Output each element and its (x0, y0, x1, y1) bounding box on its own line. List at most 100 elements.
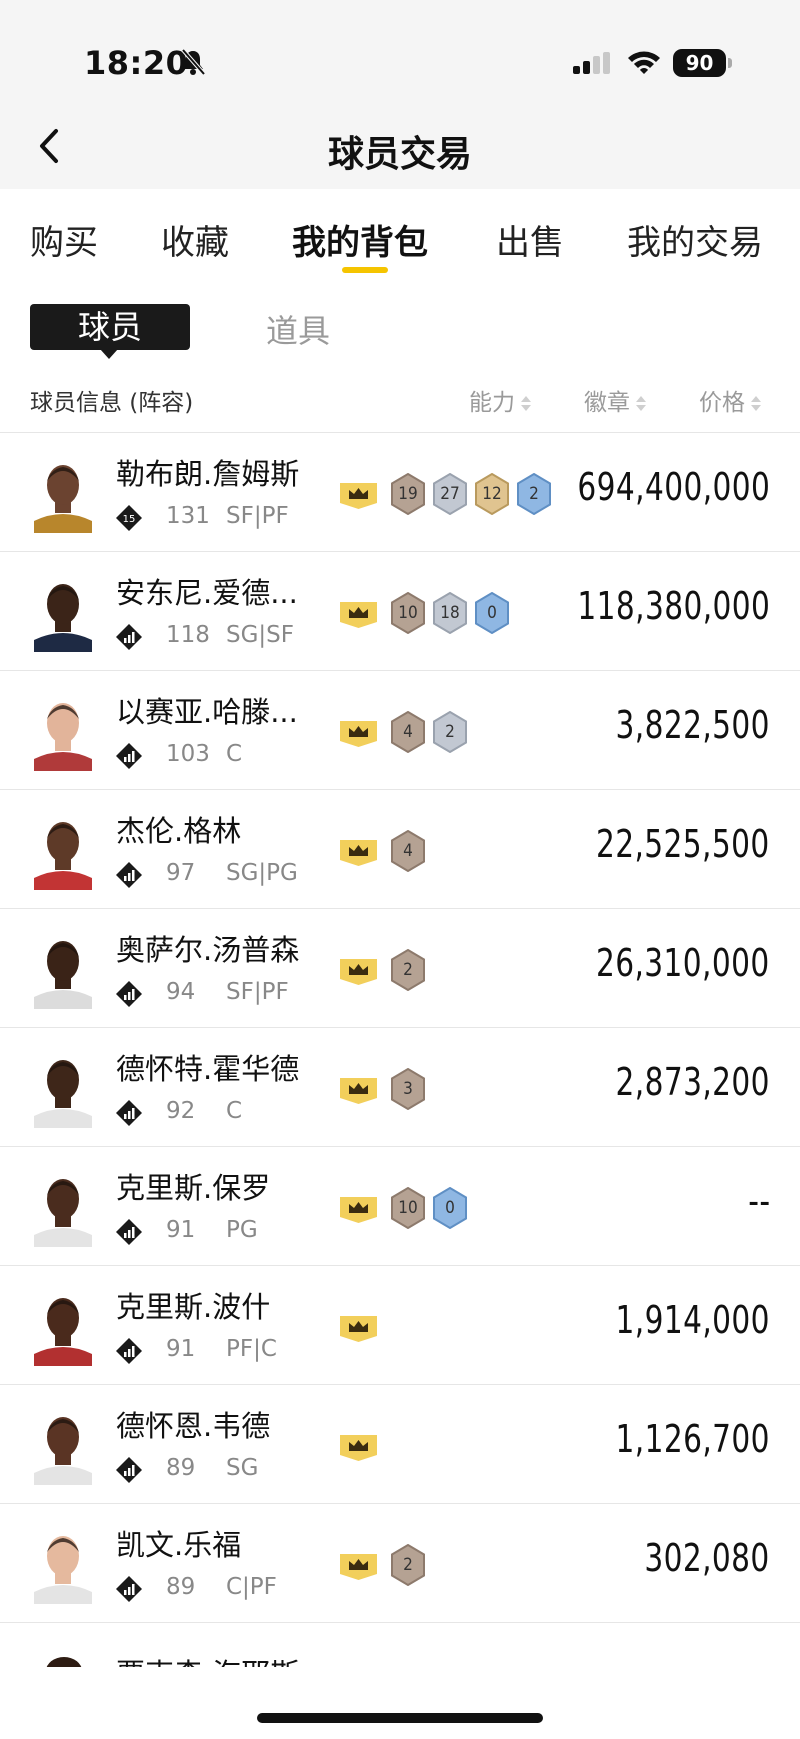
sort-badges[interactable]: 徽章 (584, 383, 646, 417)
badge-count: 12 (482, 484, 502, 504)
badge-group: 42 (390, 711, 468, 753)
wifi-icon (628, 51, 660, 74)
player-avatar (34, 941, 92, 1009)
badge-bronze: 19 (390, 473, 426, 515)
crown-icon (340, 1554, 377, 1580)
player-avatar (34, 1179, 92, 1247)
player-price: 3,822,500 (615, 703, 770, 747)
crown-icon (340, 959, 377, 985)
player-rating: 97 (166, 860, 196, 886)
badge-count: 0 (445, 1198, 455, 1218)
sort-price[interactable]: 价格 (699, 383, 761, 417)
badge-count: 4 (403, 841, 413, 861)
partial-player-row[interactable]: 贾克森.海耶斯 (0, 1633, 800, 1667)
player-price: 302,080 (644, 1536, 770, 1580)
tier-diamond-icon (116, 862, 142, 888)
segment-items[interactable]: 道具 (266, 306, 330, 352)
player-name: 德怀恩.韦德 (116, 1409, 271, 1443)
player-avatar (34, 703, 92, 771)
crown-icon (340, 840, 377, 866)
sort-icon (521, 395, 531, 413)
player-name: 勒布朗.詹姆斯 (116, 457, 300, 491)
player-name: 奥萨尔.汤普森 (116, 933, 300, 967)
tab-buy[interactable]: 购买 (30, 215, 98, 264)
tier-diamond-icon (116, 743, 142, 769)
badge-silver: 27 (432, 473, 468, 515)
player-position: SG|SF (226, 622, 295, 648)
badge-bronze: 3 (390, 1068, 426, 1110)
tier-diamond-icon (116, 1219, 142, 1245)
player-price: 2,873,200 (615, 1060, 770, 1104)
segment-pointer (100, 349, 118, 359)
home-indicator (257, 1713, 543, 1723)
player-avatar (34, 465, 92, 533)
sort-icon (751, 395, 761, 413)
player-price: 1,126,700 (615, 1417, 770, 1461)
main-tabs: 购买 收藏 我的背包 出售 我的交易 (0, 189, 800, 279)
player-row[interactable]: 勒布朗.詹姆斯 15 131 SF|PF 19 27 12 2 694,400,000 (0, 433, 800, 552)
player-name: 贾克森.海耶斯 (116, 1651, 299, 1667)
badge-group: 3 (390, 1068, 426, 1110)
player-name: 杰伦.格林 (116, 814, 242, 848)
tier-diamond-icon (116, 624, 142, 650)
player-row[interactable]: 德怀恩.韦德 89 SG 1,126,700 (0, 1385, 800, 1504)
player-price: 694,400,000 (577, 465, 770, 509)
battery-indicator: 90 (673, 49, 726, 77)
badge-count: 0 (487, 603, 497, 623)
player-row[interactable]: 安东尼.爱德... 118 SG|SF 10 18 0 118,380,000 (0, 552, 800, 671)
tab-my-trades[interactable]: 我的交易 (627, 215, 763, 264)
player-price: 22,525,500 (596, 822, 770, 866)
player-row[interactable]: 杰伦.格林 97 SG|PG 4 22,525,500 (0, 790, 800, 909)
column-header: 球员信息 (阵容) 能力 徽章 价格 (0, 375, 800, 433)
battery-tip (728, 58, 732, 68)
player-position: PF|C (226, 1336, 277, 1362)
player-avatar (34, 584, 92, 652)
badge-group: 10 18 0 (390, 592, 510, 634)
player-name: 凯文.乐福 (116, 1528, 242, 1562)
player-row[interactable]: 德怀特.霍华德 92 C 3 2,873,200 (0, 1028, 800, 1147)
badge-blue: 0 (432, 1187, 468, 1229)
player-name: 克里斯.保罗 (116, 1171, 271, 1205)
crown-icon (340, 1078, 377, 1104)
cellular-signal-icon (573, 52, 610, 74)
badge-count: 10 (398, 603, 418, 623)
badge-count: 18 (440, 603, 460, 623)
badge-count: 2 (529, 484, 539, 504)
player-rating: 91 (166, 1217, 196, 1243)
player-rating: 131 (166, 503, 210, 529)
player-rating: 91 (166, 1336, 196, 1362)
player-row[interactable]: 奥萨尔.汤普森 94 SF|PF 2 26,310,000 (0, 909, 800, 1028)
tier-diamond-icon (116, 981, 142, 1007)
player-avatar (34, 1417, 92, 1485)
sort-icon (636, 395, 646, 413)
player-row[interactable]: 克里斯.保罗 91 PG 10 0 -- (0, 1147, 800, 1266)
player-avatar (34, 822, 92, 890)
sort-badges-label: 徽章 (584, 390, 630, 416)
player-avatar (34, 1060, 92, 1128)
player-row[interactable]: 凯文.乐福 89 C|PF 2 302,080 (0, 1504, 800, 1623)
badge-silver: 2 (432, 711, 468, 753)
tab-favorites[interactable]: 收藏 (161, 215, 229, 264)
tier-diamond-icon (116, 1457, 142, 1483)
tab-my-bag[interactable]: 我的背包 (292, 215, 428, 264)
badge-blue: 2 (516, 473, 552, 515)
badge-bronze: 10 (390, 592, 426, 634)
tier-diamond-icon (116, 1576, 142, 1602)
badge-silver: 18 (432, 592, 468, 634)
sort-ability-label: 能力 (469, 390, 515, 416)
player-price: 118,380,000 (577, 584, 770, 628)
segment-players[interactable]: 球员 (30, 304, 190, 350)
crown-icon (340, 721, 377, 747)
player-row[interactable]: 以赛亚.哈滕... 103 C 4 2 3,822,500 (0, 671, 800, 790)
player-rating: 89 (166, 1574, 196, 1600)
tier-diamond-icon: 15 (116, 505, 142, 531)
sort-price-label: 价格 (699, 390, 745, 416)
tab-sell[interactable]: 出售 (496, 215, 564, 264)
player-row[interactable]: 克里斯.波什 91 PF|C 1,914,000 (0, 1266, 800, 1385)
player-rating: 118 (166, 622, 210, 648)
player-price: 26,310,000 (596, 941, 770, 985)
badge-group: 19 27 12 2 (390, 473, 552, 515)
column-player-info: 球员信息 (阵容) (30, 390, 194, 416)
player-position: C (226, 1098, 243, 1124)
sort-ability[interactable]: 能力 (469, 383, 531, 417)
